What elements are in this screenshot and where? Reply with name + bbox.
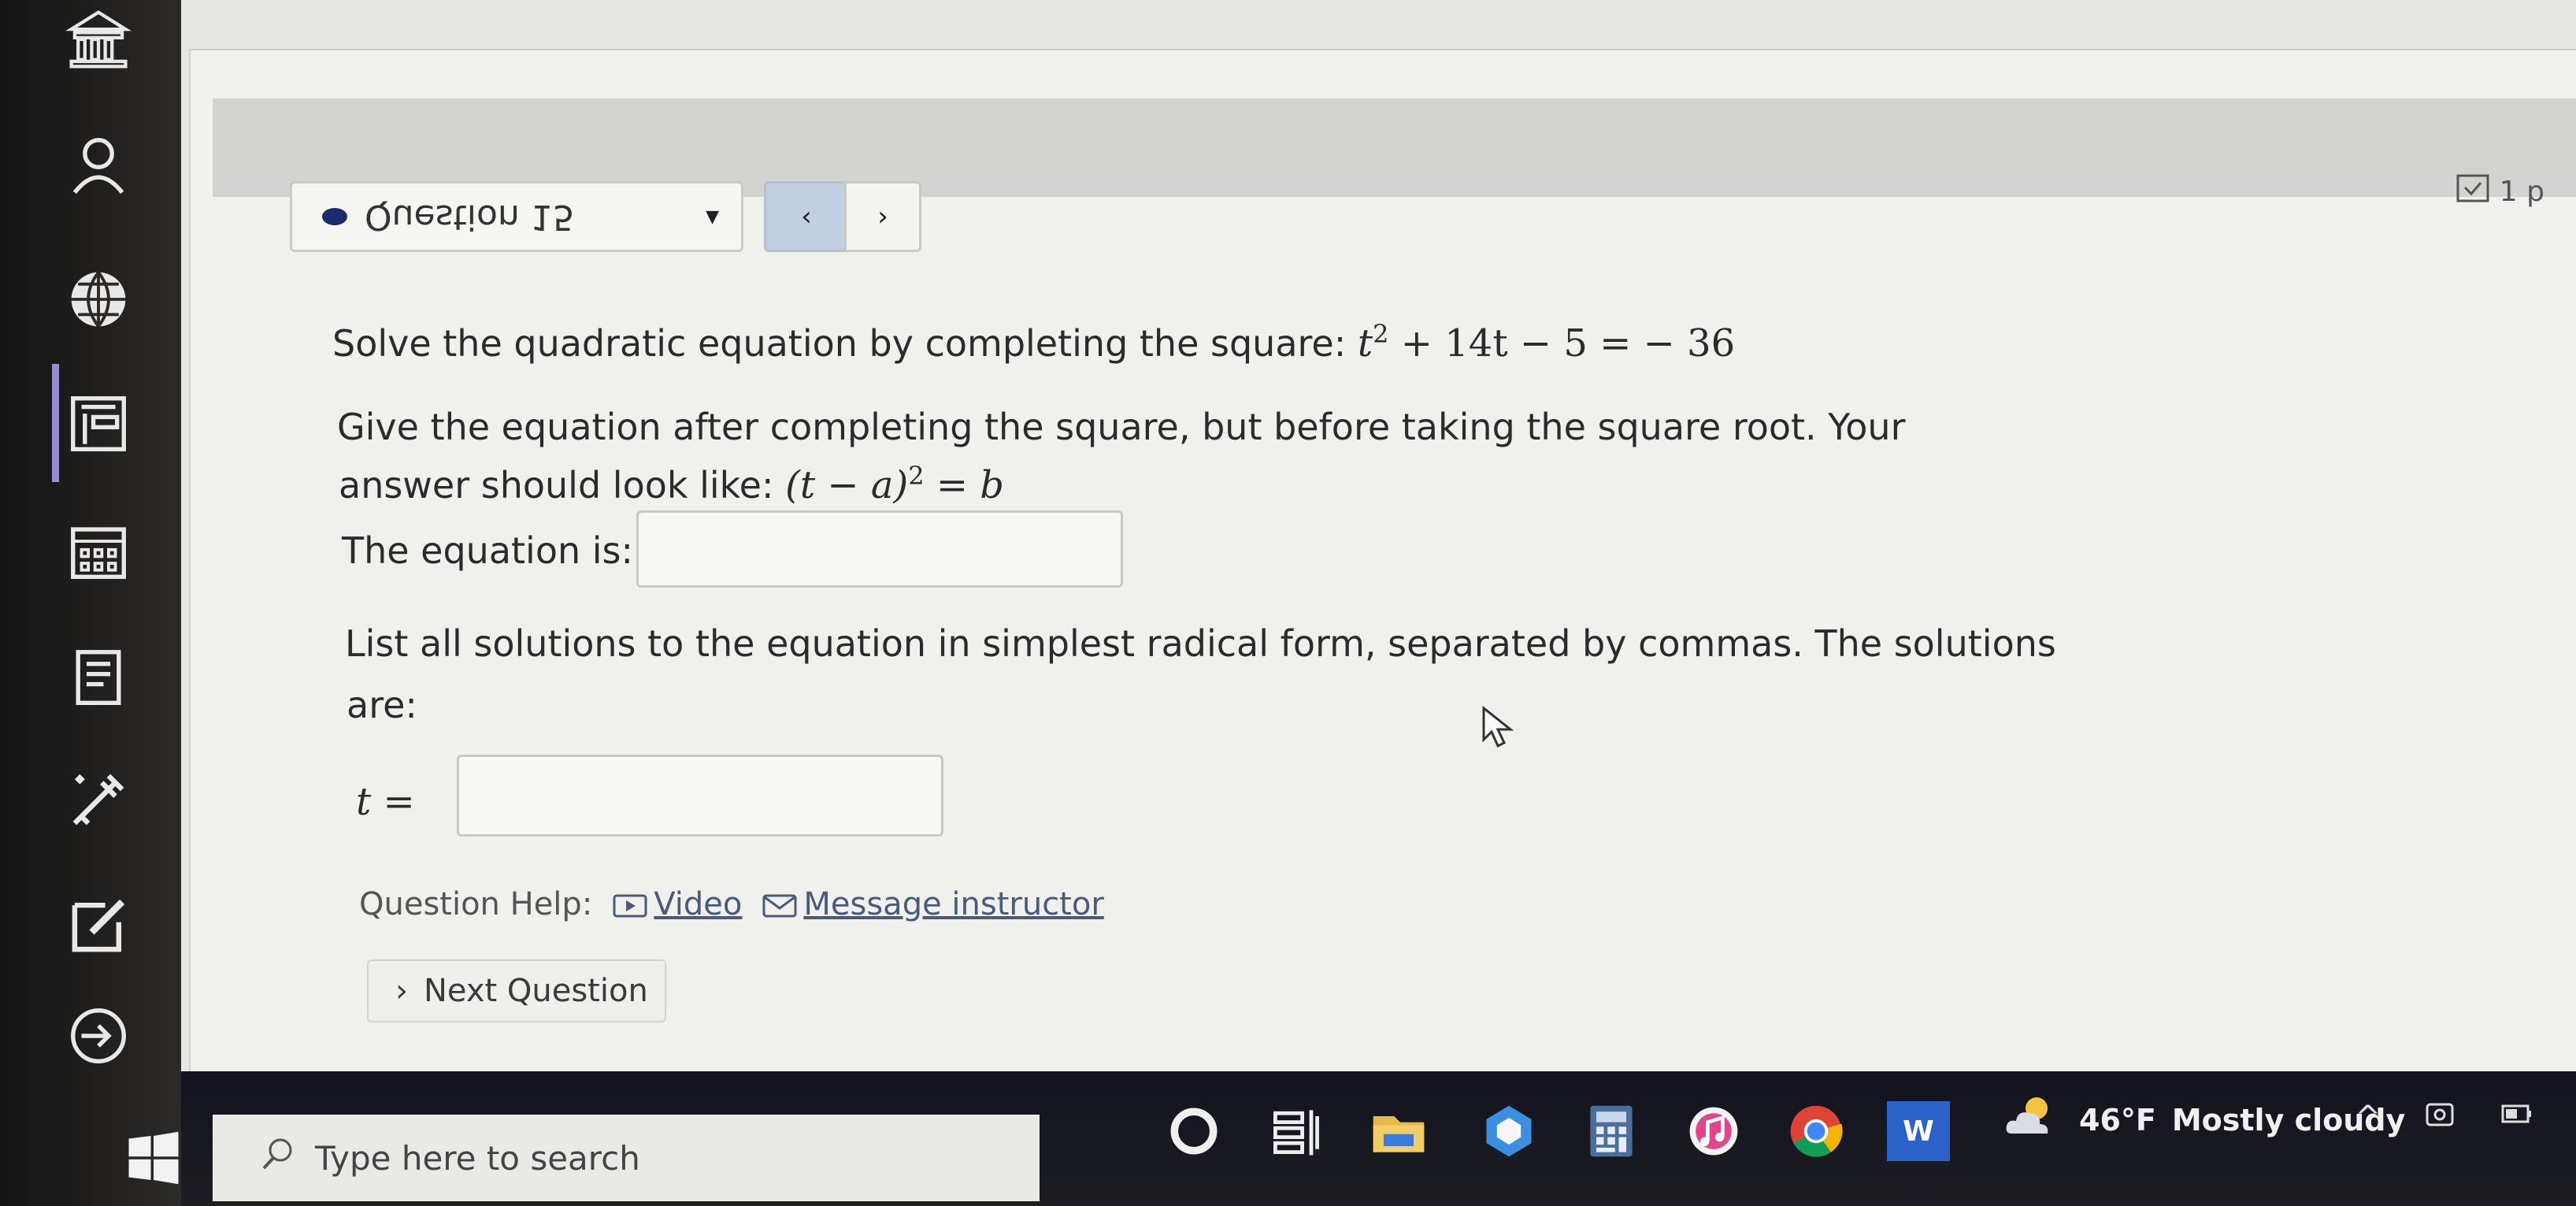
calculator-icon[interactable] <box>1575 1095 1648 1167</box>
equation-base: t <box>1357 321 1373 366</box>
part1-form-example: (t − a)2 = b <box>785 461 1005 507</box>
points-indicator: 1 p <box>2456 173 2544 210</box>
itunes-icon[interactable] <box>1677 1095 1750 1167</box>
part2-instructions-line2: are: <box>347 684 417 726</box>
form-base: (t − a) <box>785 463 909 507</box>
weather-widget[interactable]: 46°F Mostly cloudy <box>2000 1091 2405 1148</box>
chrome-icon[interactable] <box>1780 1095 1852 1167</box>
globe-icon[interactable] <box>59 260 138 339</box>
edit-icon[interactable] <box>59 886 138 965</box>
courses-icon[interactable] <box>59 384 138 463</box>
question-help-row: Question Help: Video Message instructor <box>359 886 1104 922</box>
help-message-link[interactable]: Message instructor <box>762 886 1104 922</box>
windows-start-icon[interactable] <box>126 1130 181 1186</box>
tools-icon[interactable] <box>59 760 138 839</box>
weather-temperature: 46°F <box>2079 1102 2156 1137</box>
equation-rest: + 14t − 5 = − 36 <box>1388 321 1736 366</box>
equation-exponent: 2 <box>1373 319 1389 349</box>
part1-instructions-line2: answer should look like: (t − a)2 = b <box>339 461 1004 507</box>
institution-icon[interactable] <box>59 0 138 79</box>
windows-taskbar: Type here to search W 46°F Mostly cloudy… <box>128 1071 2576 1206</box>
checkbox-icon <box>2456 173 2490 210</box>
form-rest: = b <box>924 463 1005 507</box>
inbox-icon[interactable] <box>59 638 138 717</box>
file-explorer-icon[interactable] <box>1362 1095 1435 1167</box>
system-tray: ^ <box>2355 1095 2576 1141</box>
chevron-right-icon: › <box>395 973 408 1009</box>
browser-page: Question 15 ▼ ‹ › 1 p Solve the quadrati… <box>181 0 2576 1098</box>
question-selector[interactable]: Question 15 ▼ <box>290 181 743 252</box>
message-instructor-link-text[interactable]: Message instructor <box>803 886 1103 922</box>
meet-now-icon[interactable] <box>2421 1095 2459 1141</box>
points-text: 1 p <box>2499 176 2544 208</box>
taskbar-search-box[interactable]: Type here to search <box>213 1115 1040 1201</box>
cortana-icon[interactable] <box>1158 1095 1230 1167</box>
envelope-icon <box>762 886 797 922</box>
video-icon <box>613 886 647 922</box>
calendar-icon[interactable] <box>59 512 138 591</box>
search-icon <box>260 1136 296 1180</box>
rail-active-indicator <box>52 364 59 482</box>
form-exponent: 2 <box>908 461 925 491</box>
question-status-dot <box>322 208 347 225</box>
equation-label: The equation is: <box>342 529 633 572</box>
next-question-label: Next Question <box>424 973 648 1009</box>
search-placeholder: Type here to search <box>315 1138 640 1178</box>
problem-equation: t2 + 14t − 5 = − 36 <box>1357 319 1736 366</box>
part1-instructions-line1: Give the equation after completing the s… <box>337 406 1906 448</box>
previous-question-button[interactable]: ‹ <box>764 181 849 252</box>
battery-icon[interactable] <box>2498 1095 2536 1141</box>
problem-statement: Solve the quadratic equation by completi… <box>332 319 1735 366</box>
equation-answer-input[interactable] <box>636 510 1123 588</box>
left-nav-rail <box>0 0 181 1206</box>
problem-prompt: Solve the quadratic equation by completi… <box>332 322 1347 365</box>
tray-overflow-chevron-icon[interactable]: ^ <box>2355 1100 2381 1136</box>
task-view-icon[interactable] <box>1260 1095 1332 1167</box>
dropdown-caret-icon: ▼ <box>706 207 719 227</box>
word-icon[interactable]: W <box>1882 1095 1955 1167</box>
part2-instructions-line1: List all solutions to the equation in si… <box>345 622 2056 665</box>
next-question-button[interactable]: › Next Question <box>367 959 666 1022</box>
mouse-pointer-icon <box>1482 705 1514 748</box>
solutions-answer-input[interactable] <box>457 755 943 837</box>
app-icon[interactable] <box>1473 1095 1545 1167</box>
solutions-variable-label: t = <box>356 780 415 824</box>
question-help-label: Question Help: <box>359 886 593 922</box>
help-video-link[interactable]: Video <box>613 886 742 922</box>
next-question-arrow-button[interactable]: › <box>844 181 921 252</box>
video-link-text[interactable]: Video <box>654 886 742 922</box>
cloudy-weather-icon <box>2000 1091 2063 1148</box>
logout-icon[interactable] <box>59 996 138 1075</box>
question-selector-label: Question 15 <box>365 196 575 237</box>
user-icon[interactable] <box>59 126 138 205</box>
word-letter: W <box>1887 1101 1950 1161</box>
part1-form-prefix: answer should look like: <box>339 464 774 507</box>
